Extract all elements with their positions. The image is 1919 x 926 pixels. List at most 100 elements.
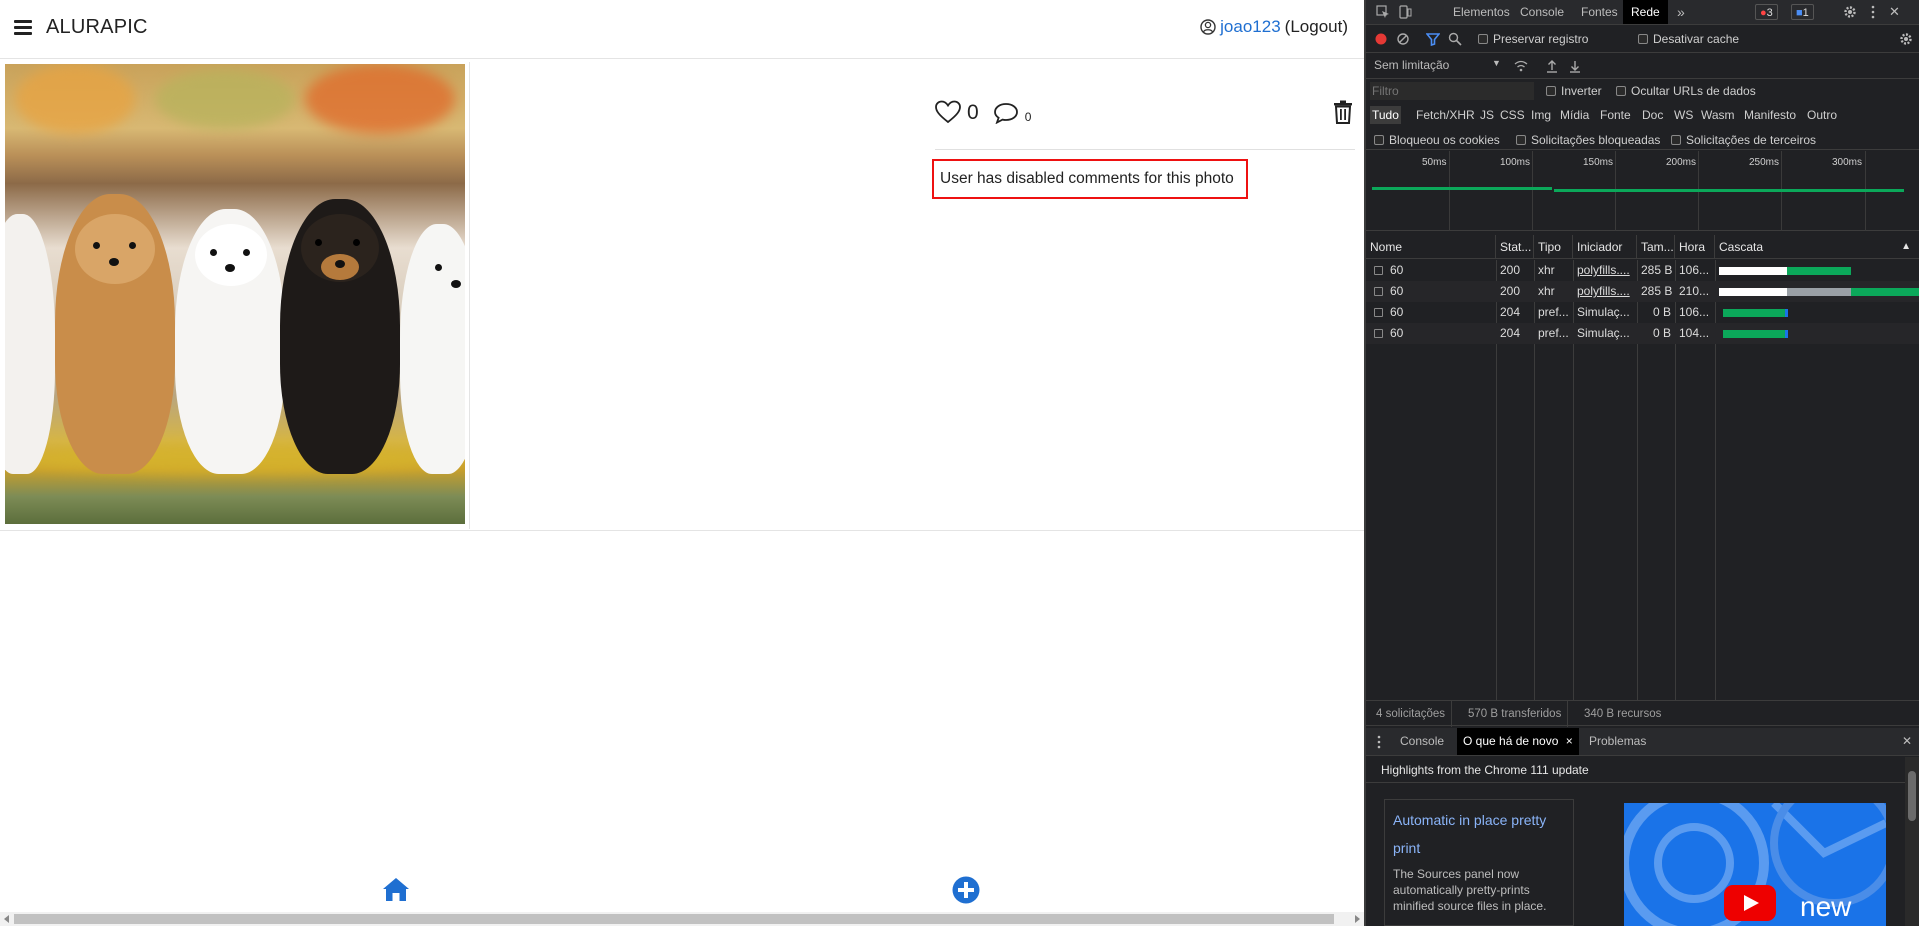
column-time[interactable]: Hora [1675, 235, 1715, 259]
network-overview-timeline[interactable]: 50ms 100ms 150ms 200ms 250ms 300ms [1366, 151, 1919, 231]
export-har-icon[interactable] [1568, 59, 1582, 73]
menu-icon[interactable] [14, 20, 32, 36]
cell-initiator[interactable]: polyfills.... [1573, 281, 1637, 302]
add-photo-icon[interactable] [952, 876, 980, 904]
trash-icon[interactable] [1333, 100, 1353, 124]
messages-badge[interactable]: ■1 [1791, 4, 1814, 20]
type-filter-font[interactable]: Fonte [1598, 106, 1633, 124]
column-waterfall[interactable]: Cascata ▲ [1715, 235, 1919, 259]
column-type[interactable]: Tipo [1534, 235, 1573, 259]
type-filter-media[interactable]: Mídia [1558, 106, 1591, 124]
type-filter-wasm[interactable]: Wasm [1699, 106, 1737, 124]
hide-data-urls-checkbox[interactable]: Ocultar URLs de dados [1616, 84, 1756, 98]
type-filter-manifest[interactable]: Manifesto [1742, 106, 1798, 124]
type-filter-doc[interactable]: Doc [1640, 106, 1665, 124]
table-row[interactable]: 60 204 pref... Simulaç... 0 B 106... [1366, 302, 1919, 323]
whats-new-card[interactable]: Automatic in place pretty print The Sour… [1384, 799, 1574, 926]
third-party-requests-checkbox[interactable]: Solicitações de terceiros [1671, 133, 1816, 147]
video-caption: new [1800, 891, 1852, 922]
tab-fontes[interactable]: Fontes [1573, 0, 1626, 24]
errors-badge[interactable]: ●3 [1755, 4, 1778, 20]
drawer-tab-console[interactable]: Console [1394, 728, 1450, 755]
error-icon: ● [1760, 7, 1767, 19]
preserve-log-checkbox[interactable]: Preservar registro [1478, 32, 1588, 46]
table-row[interactable]: 60 204 pref... Simulaç... 0 B 104... [1366, 323, 1919, 344]
row-checkbox-icon [1374, 308, 1383, 317]
cell-type: xhr [1538, 263, 1555, 277]
type-filter-css[interactable]: CSS [1498, 106, 1527, 124]
table-row[interactable]: 60 200 xhr polyfills.... 285 B 210... [1366, 281, 1919, 302]
blocked-cookies-checkbox[interactable]: Bloqueou os cookies [1374, 133, 1500, 147]
throttling-select[interactable]: Sem limitação ▼ [1374, 58, 1504, 72]
photo-detail-card: 0 0 User has disabled comments for this … [0, 59, 1364, 531]
close-devtools-icon[interactable]: ✕ [1881, 0, 1908, 24]
cell-initiator[interactable]: polyfills.... [1573, 260, 1637, 281]
import-har-icon[interactable] [1545, 59, 1559, 73]
close-drawer-icon[interactable]: ✕ [1896, 728, 1918, 755]
cell-initiator[interactable]: Simulaç... [1573, 323, 1637, 344]
horizontal-scrollbar[interactable] [0, 912, 1364, 926]
tab-elementos[interactable]: Elementos [1445, 0, 1518, 24]
column-size[interactable]: Tam... [1637, 235, 1675, 259]
type-filter-js[interactable]: JS [1478, 106, 1496, 124]
record-icon[interactable] [1374, 32, 1388, 46]
type-filter-all[interactable]: Tudo [1370, 106, 1401, 124]
drawer-tab-whats-new[interactable]: O que há de novo × [1457, 728, 1579, 755]
drawer-scrollbar-thumb[interactable] [1908, 771, 1916, 821]
column-status[interactable]: Stat... [1496, 235, 1534, 259]
network-settings-gear-icon[interactable] [1899, 32, 1913, 46]
cell-name: 60 [1390, 284, 1404, 298]
app-header: ALURAPIC joao123 (Logout) [0, 0, 1364, 59]
devtools-panel: Elementos Console Fontes Rede » ●3 ■1 ✕ … [1364, 0, 1919, 926]
type-filter-ws[interactable]: WS [1672, 106, 1695, 124]
resources-size: 340 B recursos [1584, 708, 1662, 720]
message-count: 1 [1802, 7, 1809, 19]
invert-checkbox[interactable]: Inverter [1546, 84, 1602, 98]
network-conditions-icon[interactable] [1514, 59, 1528, 73]
username-link[interactable]: joao123 [1220, 17, 1281, 37]
column-initiator[interactable]: Iniciador [1573, 235, 1637, 259]
whats-new-video-thumbnail[interactable]: new [1624, 803, 1886, 926]
search-icon[interactable] [1448, 32, 1462, 46]
home-icon[interactable] [382, 876, 410, 902]
cell-size: 285 B [1641, 284, 1673, 298]
tab-rede[interactable]: Rede [1623, 0, 1668, 24]
blocked-requests-checkbox[interactable]: Solicitações bloqueadas [1516, 133, 1660, 147]
cell-size: 0 B [1652, 305, 1671, 319]
disable-cache-checkbox[interactable]: Desativar cache [1638, 32, 1739, 46]
cell-initiator[interactable]: Simulaç... [1573, 302, 1637, 323]
news-card-title[interactable]: Automatic in place pretty print [1393, 806, 1565, 862]
cell-type: pref... [1538, 305, 1569, 319]
logout-link[interactable]: (Logout) [1285, 17, 1348, 37]
more-tabs-icon[interactable]: » [1669, 0, 1693, 24]
cell-time: 106... [1679, 305, 1710, 319]
youtube-play-icon[interactable] [1724, 885, 1776, 921]
type-filter-other[interactable]: Outro [1805, 106, 1839, 124]
request-count: 4 solicitações [1370, 701, 1453, 727]
scroll-left-icon[interactable] [4, 915, 9, 923]
column-name[interactable]: Nome [1366, 235, 1496, 259]
close-tab-icon[interactable]: × [1566, 734, 1573, 748]
tab-console[interactable]: Console [1512, 0, 1572, 24]
scroll-right-icon[interactable] [1355, 915, 1360, 923]
drawer-vertical-scrollbar[interactable] [1905, 757, 1919, 926]
filter-icon[interactable] [1426, 32, 1440, 46]
kebab-menu-icon[interactable] [1866, 5, 1880, 19]
cell-type: pref... [1538, 326, 1569, 340]
clear-icon[interactable] [1396, 32, 1410, 46]
settings-gear-icon[interactable] [1843, 5, 1857, 19]
scrollbar-thumb[interactable] [14, 914, 1334, 924]
drawer-menu-icon[interactable] [1372, 735, 1386, 749]
like-button[interactable]: 0 [935, 100, 979, 124]
table-row[interactable]: 60 200 xhr polyfills.... 285 B 106... [1366, 260, 1919, 281]
row-checkbox-icon [1374, 287, 1383, 296]
filter-input[interactable] [1370, 82, 1534, 100]
comments-button[interactable]: 0 [993, 102, 1031, 124]
device-toolbar-icon[interactable] [1398, 5, 1412, 19]
drawer-tab-problems[interactable]: Problemas [1583, 728, 1652, 755]
inspect-element-icon[interactable] [1376, 5, 1390, 19]
disable-cache-label: Desativar cache [1653, 32, 1740, 46]
chevron-down-icon: ▼ [1492, 58, 1501, 68]
type-filter-img[interactable]: Img [1529, 106, 1553, 124]
type-filter-fetch-xhr[interactable]: Fetch/XHR [1414, 106, 1477, 124]
